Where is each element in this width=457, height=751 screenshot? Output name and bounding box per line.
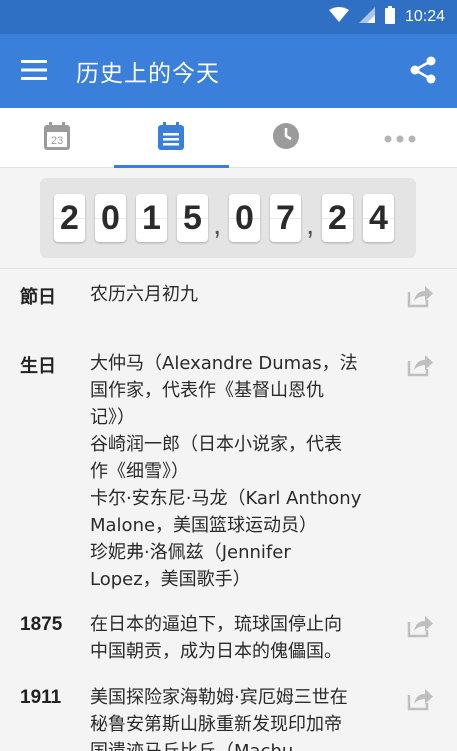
- battery-icon: [384, 6, 395, 28]
- event-label: 節日: [20, 287, 56, 308]
- event-share-button[interactable]: [406, 687, 436, 713]
- day-digit: 4: [363, 194, 394, 242]
- event-year: 1911: [20, 687, 62, 708]
- event-share-button[interactable]: [406, 614, 436, 640]
- share-button[interactable]: [403, 52, 443, 92]
- calendar-list-icon: [158, 121, 185, 154]
- date-separator: ,: [213, 208, 222, 241]
- event-text: 大仲马（Alexandre Dumas，法 国作家，代表作《基督山恩仇 记》） …: [90, 353, 362, 590]
- tab-more[interactable]: [343, 108, 457, 167]
- month-digit: 0: [229, 194, 260, 242]
- app-title: 历史上的今天: [76, 61, 220, 87]
- event-year: 1875: [20, 614, 63, 635]
- share-arrow-icon: [406, 616, 434, 642]
- event-text: 农历六月初九: [90, 284, 198, 305]
- calendar-day-icon: 23: [44, 121, 71, 154]
- year-digit: 1: [136, 194, 167, 242]
- year-digit: 5: [177, 194, 208, 242]
- hamburger-menu-icon: [21, 60, 47, 84]
- app-bar: 历史上的今天: [0, 34, 457, 108]
- signal-icon: [358, 7, 375, 27]
- month-digit: 7: [270, 194, 301, 242]
- event-label: 生日: [20, 356, 56, 377]
- share-arrow-icon: [406, 286, 434, 312]
- calendar-day-badge: 23: [51, 135, 63, 147]
- event-text: 在日本的逼迫下，琉球国停止向 中国朝贡，成为日本的傀儡国。: [90, 614, 342, 662]
- divider: [0, 268, 457, 269]
- day-digit: 2: [322, 194, 353, 242]
- tab-events[interactable]: [114, 108, 229, 168]
- date-separator: ,: [306, 208, 315, 241]
- more-icon: [384, 128, 416, 147]
- share-arrow-icon: [406, 355, 434, 381]
- date-picker[interactable]: 2 0 1 5 , 0 7 , 2 4: [40, 178, 416, 258]
- tab-bar: 23: [0, 108, 457, 168]
- tab-day[interactable]: 23: [0, 108, 114, 167]
- year-digit: 2: [54, 194, 85, 242]
- status-time: 10:24: [404, 8, 445, 25]
- event-share-button[interactable]: [406, 284, 436, 310]
- share-icon: [410, 56, 436, 88]
- clock-icon: [272, 122, 299, 153]
- event-text: 美国探险家海勒姆·宾厄姆三世在 秘鲁安第斯山脉重新发现印加帝 国遗迹马丘比丘（M…: [90, 687, 348, 751]
- share-arrow-icon: [406, 689, 434, 715]
- menu-button[interactable]: [14, 54, 54, 90]
- year-digit: 0: [95, 194, 126, 242]
- tab-history[interactable]: [229, 108, 343, 167]
- event-share-button[interactable]: [406, 353, 436, 379]
- wifi-icon: [328, 7, 349, 27]
- status-bar: 10:24: [0, 0, 457, 34]
